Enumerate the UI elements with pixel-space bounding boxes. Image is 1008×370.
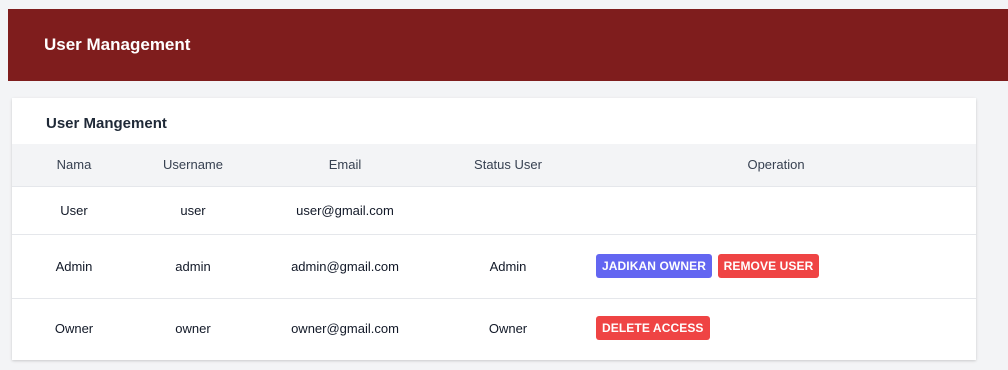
jadikan-owner-button[interactable]: JADIKAN OWNER xyxy=(596,254,712,278)
column-header-operation: Operation xyxy=(747,157,805,173)
remove-user-button[interactable]: REMOVE USER xyxy=(717,254,820,278)
cell-email: user@gmail.com xyxy=(296,202,394,218)
cell-username: admin xyxy=(175,258,211,274)
card-title: User Mangement xyxy=(46,115,167,132)
cell-nama: Owner xyxy=(54,320,94,336)
table-row: Owner owner owner@gmail.com Owner DELETE… xyxy=(12,298,976,358)
user-management-card: User Mangement Nama Username Email Statu… xyxy=(12,98,976,360)
cell-email: admin@gmail.com xyxy=(291,258,399,274)
cell-operation: DELETE ACCESS xyxy=(576,298,976,358)
column-header-status-user: Status User xyxy=(474,157,542,173)
users-table: Nama Username Email Status User Operatio… xyxy=(12,144,976,358)
cell-status: Admin xyxy=(489,258,527,274)
column-header-nama: Nama xyxy=(56,157,92,173)
top-header-bar: User Management xyxy=(8,9,1008,81)
cell-username: user xyxy=(180,202,206,218)
page-title: User Management xyxy=(44,35,191,54)
table-row: Admin admin admin@gmail.com Admin JADIKA… xyxy=(12,234,976,298)
column-header-email: Email xyxy=(328,157,362,173)
cell-operation: JADIKAN OWNER REMOVE USER xyxy=(576,234,976,298)
table-header-row: Nama Username Email Status User Operatio… xyxy=(12,144,976,186)
cell-status: Owner xyxy=(488,320,528,336)
cell-nama: Admin xyxy=(55,258,93,274)
cell-operation xyxy=(576,186,976,234)
cell-email: owner@gmail.com xyxy=(291,320,399,336)
cell-nama: User xyxy=(60,202,88,218)
delete-access-button[interactable]: DELETE ACCESS xyxy=(596,316,710,341)
cell-status xyxy=(440,186,576,234)
column-header-username: Username xyxy=(163,157,223,173)
cell-username: owner xyxy=(175,320,211,336)
table-row: User user user@gmail.com xyxy=(12,186,976,234)
